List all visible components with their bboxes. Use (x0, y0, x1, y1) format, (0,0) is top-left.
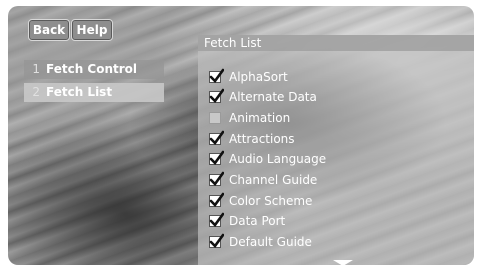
checkbox[interactable] (209, 212, 224, 227)
menu-item-label: Fetch Control (46, 62, 138, 76)
option-label: Alternate Data (229, 90, 317, 104)
checkmark-icon (209, 88, 224, 103)
checkbox[interactable] (209, 192, 224, 207)
scroll-down-arrow-icon[interactable] (333, 260, 353, 265)
option-label: Channel Guide (229, 173, 318, 187)
checkmark-icon (209, 192, 224, 207)
option-audio-language[interactable]: Audio Language (209, 150, 326, 168)
help-button[interactable]: Help (71, 19, 113, 41)
menu-item-fetch-list[interactable]: 2 Fetch List (24, 83, 164, 102)
fetch-list-panel: Fetch List AlphaSort Alternate Data Anim… (198, 35, 474, 265)
option-attractions[interactable]: Attractions (209, 130, 295, 148)
option-label: Attractions (229, 132, 295, 146)
panel-title: Fetch List (198, 35, 474, 51)
menu-item-number: 1 (32, 62, 40, 76)
option-label: Data Port (229, 214, 286, 228)
checkbox[interactable] (209, 88, 224, 103)
checkmark-icon (209, 68, 224, 83)
option-label: Color Scheme (229, 194, 313, 208)
checkbox[interactable] (209, 112, 221, 124)
option-label: Default Guide (229, 235, 312, 249)
option-default-guide[interactable]: Default Guide (209, 233, 312, 251)
checkmark-icon (209, 212, 224, 227)
checkbox[interactable] (209, 171, 224, 186)
checkmark-icon (209, 171, 224, 186)
back-button[interactable]: Back (28, 19, 70, 41)
option-color-scheme[interactable]: Color Scheme (209, 192, 312, 210)
option-alternate-data[interactable]: Alternate Data (209, 88, 317, 106)
option-data-port[interactable]: Data Port (209, 212, 285, 230)
checkmark-icon (209, 130, 224, 145)
checkbox[interactable] (209, 150, 224, 165)
option-label: Audio Language (229, 152, 327, 166)
menu-item-label: Fetch List (46, 85, 113, 99)
checkbox[interactable] (209, 233, 224, 248)
checkbox[interactable] (209, 130, 224, 145)
checkbox[interactable] (209, 68, 224, 83)
menu-item-fetch-control[interactable]: 1 Fetch Control (24, 60, 164, 79)
option-alphasort[interactable]: AlphaSort (209, 68, 288, 86)
option-label: AlphaSort (229, 70, 288, 84)
menu-item-number: 2 (32, 85, 40, 99)
tv-screen: Back Help 1 Fetch Control 2 Fetch List Fet… (8, 6, 474, 265)
option-label: Animation (229, 111, 291, 125)
option-animation[interactable]: Animation (209, 109, 290, 127)
checkmark-icon (209, 233, 224, 248)
option-channel-guide[interactable]: Channel Guide (209, 171, 317, 189)
checkmark-icon (209, 150, 224, 165)
